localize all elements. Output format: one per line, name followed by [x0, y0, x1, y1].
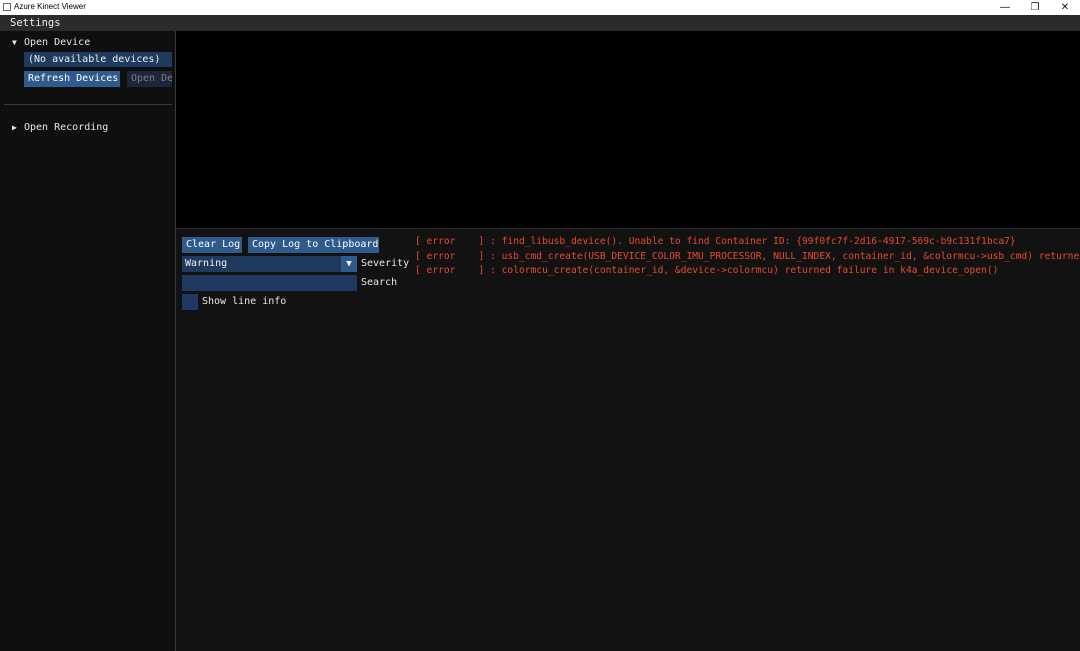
refresh-devices-button[interactable]: Refresh Devices — [24, 71, 120, 87]
log-level: [ error ] — [415, 236, 485, 247]
log-message: : usb_cmd_create(USB_DEVICE_COLOR_IMU_PR… — [484, 250, 1080, 262]
log-message: : colormcu_create(container_id, &device-… — [484, 265, 999, 276]
open-recording-node[interactable]: ▶ Open Recording — [12, 122, 108, 134]
minimize-button[interactable]: — — [990, 0, 1020, 15]
log-line: [ error ] : usb_cmd_create(USB_DEVICE_CO… — [415, 250, 1080, 265]
settings-menu[interactable]: Settings — [10, 16, 61, 30]
maximize-button[interactable]: ❐ — [1020, 0, 1050, 15]
show-line-info-checkbox[interactable] — [182, 294, 198, 310]
chevron-down-icon[interactable]: ▼ — [341, 256, 357, 272]
window-title: Azure Kinect Viewer — [14, 2, 86, 11]
copy-log-button[interactable]: Copy Log to Clipboard — [248, 237, 379, 253]
search-input[interactable] — [182, 275, 357, 291]
clear-log-button[interactable]: Clear Log — [182, 237, 242, 253]
severity-value: Warning — [185, 258, 228, 269]
log-message: : find_libusb_device(). Unable to find C… — [484, 236, 1016, 247]
window-title-bar[interactable]: Azure Kinect Viewer — ❐ ✕ — [0, 0, 1080, 15]
log-level: [ error ] — [415, 265, 485, 276]
show-line-info-label: Show line info — [202, 296, 287, 307]
severity-label: Severity — [361, 258, 410, 269]
open-device-button[interactable]: Open Device — [127, 71, 172, 87]
log-level: [ error ] — [415, 250, 485, 262]
sidebar-divider — [4, 104, 172, 105]
log-panel: Clear Log Copy Log to Clipboard Warning … — [176, 228, 1080, 651]
app-icon — [3, 3, 11, 11]
sidebar: ▼ Open Device (No available devices) Refr… — [0, 31, 176, 651]
log-line: [ error ] : find_libusb_device(). Unable… — [415, 235, 1080, 250]
expand-arrow-icon: ▼ — [12, 38, 17, 47]
close-button[interactable]: ✕ — [1050, 0, 1080, 15]
severity-select[interactable]: Warning ▼ — [182, 256, 357, 272]
open-device-label: Open Device — [24, 37, 91, 48]
collapse-arrow-icon: ▶ — [12, 123, 17, 132]
log-output: [ error ] : find_libusb_device(). Unable… — [415, 235, 1080, 279]
search-label: Search — [361, 277, 398, 288]
viewer-area — [176, 31, 1080, 228]
log-line: [ error ] : colormcu_create(container_id… — [415, 264, 1080, 279]
open-device-node[interactable]: ▼ Open Device — [12, 37, 90, 49]
menu-bar: Settings — [0, 15, 1080, 31]
device-list[interactable]: (No available devices) — [24, 52, 172, 67]
open-recording-label: Open Recording — [24, 122, 109, 133]
